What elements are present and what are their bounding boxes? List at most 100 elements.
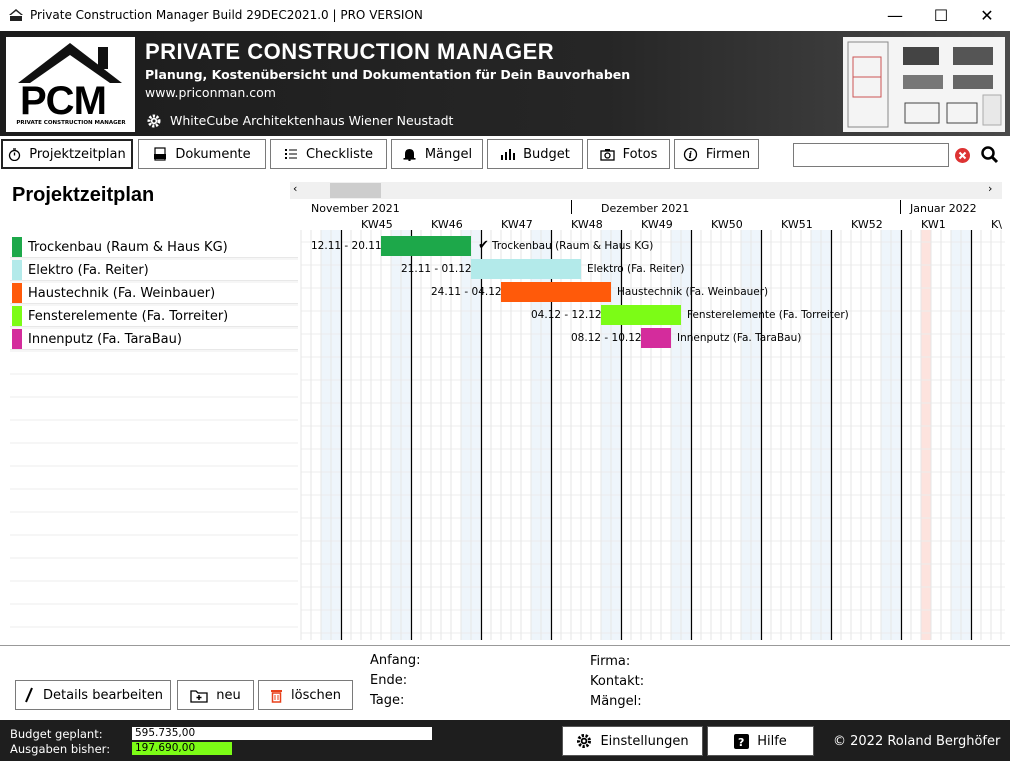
task-date-range: 04.12 - 12.12 (531, 309, 602, 321)
help-icon: ? (734, 733, 750, 749)
gantt-bar-label: Haustechnik (Fa. Weinbauer) (617, 286, 769, 298)
gear-icon (577, 734, 592, 748)
gantt-bar[interactable] (641, 328, 671, 348)
start-label: Anfang: (370, 653, 421, 668)
maximize-button[interactable]: ☐ (918, 0, 964, 31)
gantt-bar[interactable] (381, 236, 471, 256)
month-divider (571, 200, 572, 214)
bar-chart-icon (501, 149, 516, 160)
minimize-button[interactable]: — (872, 0, 918, 31)
checkmark-icon: ✔ (478, 238, 489, 253)
tab-maengel[interactable]: Mängel (391, 139, 483, 169)
button-label: neu (216, 687, 241, 703)
add-folder-icon (190, 689, 208, 703)
budget-bar: 595.735,00 (132, 727, 432, 740)
new-task-button[interactable]: neu (177, 680, 254, 710)
floorplan-drawing (847, 41, 1002, 128)
trash-icon (271, 689, 283, 703)
delete-task-button[interactable]: löschen (258, 680, 353, 710)
task-color-swatch (12, 329, 22, 349)
scroll-left-arrow-icon[interactable]: ‹ (293, 182, 297, 195)
task-row[interactable]: Trockenbau (Raum & Haus KG) (10, 236, 298, 258)
svg-text:i: i (689, 151, 693, 161)
edit-details-button[interactable]: Details bearbeiten (15, 680, 171, 710)
pdf-icon (154, 147, 167, 161)
company-label: Firma: (590, 654, 631, 669)
task-color-swatch (12, 283, 22, 303)
app-heading: PRIVATE CONSTRUCTION MANAGER (145, 39, 555, 64)
pcm-logo: PCM PRIVATE CONSTRUCTION MANAGER (6, 37, 135, 132)
app-subtitle: Planung, Kostenübersicht und Dokumentati… (145, 67, 631, 82)
scrollbar-thumb[interactable] (330, 183, 381, 198)
weekend-column (321, 230, 331, 640)
task-date-range: 08.12 - 10.12 (571, 332, 642, 344)
tab-label: Checkliste (305, 146, 374, 162)
task-name: Trockenbau (Raum & Haus KG) (28, 240, 228, 255)
settings-button[interactable]: Einstellungen (562, 726, 703, 756)
week-label: KW51 (781, 218, 813, 231)
tab-budget[interactable]: Budget (487, 139, 583, 169)
tab-projektzeitplan[interactable]: Projektzeitplan (1, 139, 133, 169)
week-label: KW1 (921, 218, 946, 231)
task-date-range: 12.11 - 20.11 (311, 240, 382, 252)
scroll-right-arrow-icon[interactable]: › (988, 182, 992, 195)
week-label: KW49 (641, 218, 673, 231)
tab-label: Firmen (705, 146, 751, 162)
tab-label: Fotos (622, 146, 658, 162)
search-icon[interactable] (980, 145, 1000, 165)
gear-icon[interactable] (146, 113, 162, 129)
month-label: November 2021 (311, 202, 400, 215)
week-label: KW52 (851, 218, 883, 231)
month-label: Januar 2022 (910, 202, 977, 215)
tab-firmen[interactable]: i Firmen (674, 139, 759, 169)
gantt-bar-label: Innenputz (Fa. TaraBau) (677, 332, 802, 344)
copyright-text: © 2022 Roland Berghöfer (833, 734, 1001, 749)
task-row[interactable]: Elektro (Fa. Reiter) (10, 259, 298, 281)
task-color-swatch (12, 306, 22, 326)
timeline-scrollbar[interactable]: ‹ › (290, 182, 1002, 199)
help-button[interactable]: ? Hilfe (707, 726, 814, 756)
tab-label: Dokumente (175, 146, 251, 162)
task-name: Fensterelemente (Fa. Torreiter) (28, 309, 229, 324)
task-date-range: 21.11 - 01.12 (401, 263, 472, 275)
week-label: KW46 (431, 218, 463, 231)
svg-text:?: ? (738, 736, 744, 749)
tab-dokumente[interactable]: Dokumente (138, 139, 266, 169)
project-name[interactable]: WhiteCube Architektenhaus Wiener Neustad… (170, 113, 453, 128)
tab-label: Projektzeitplan (29, 146, 126, 162)
gantt-bar[interactable] (501, 282, 611, 302)
days-label: Tage: (370, 693, 405, 708)
task-color-swatch (12, 260, 22, 280)
weekend-column (391, 230, 401, 640)
week-label: KW48 (571, 218, 603, 231)
list-icon (284, 149, 297, 159)
clear-search-icon[interactable] (954, 147, 971, 164)
gantt-bar[interactable] (601, 305, 681, 325)
app-icon (9, 9, 23, 21)
weekend-column (821, 230, 831, 640)
close-button[interactable]: ✕ (964, 0, 1010, 31)
tab-fotos[interactable]: Fotos (587, 139, 670, 169)
pencil-icon (25, 687, 33, 703)
gantt-bar[interactable] (471, 259, 581, 279)
task-row[interactable]: Haustechnik (Fa. Weinbauer) (10, 282, 298, 304)
button-label: löschen (291, 687, 341, 703)
task-name: Haustechnik (Fa. Weinbauer) (28, 286, 216, 301)
logo-subtext: PRIVATE CONSTRUCTION MANAGER (16, 120, 126, 126)
weekend-column (961, 230, 971, 640)
weekend-column (891, 230, 901, 640)
camera-icon (599, 149, 615, 161)
gantt-bar-label: Elektro (Fa. Reiter) (587, 263, 685, 275)
website-link[interactable]: www.priconman.com (145, 85, 276, 100)
expenses-value: 197.690,00 (135, 742, 196, 754)
task-row[interactable]: Innenputz (Fa. TaraBau) (10, 328, 298, 350)
button-label: Hilfe (757, 733, 787, 749)
logo-text: PCM (20, 79, 107, 123)
month-divider (900, 200, 901, 214)
floorplan-thumbnail (843, 37, 1005, 132)
search-input[interactable] (793, 143, 949, 167)
task-row[interactable]: Fensterelemente (Fa. Torreiter) (10, 305, 298, 327)
tab-checkliste[interactable]: Checkliste (270, 139, 387, 169)
button-label: Details bearbeiten (43, 687, 163, 703)
expenses-label: Ausgaben bisher: (10, 742, 111, 756)
